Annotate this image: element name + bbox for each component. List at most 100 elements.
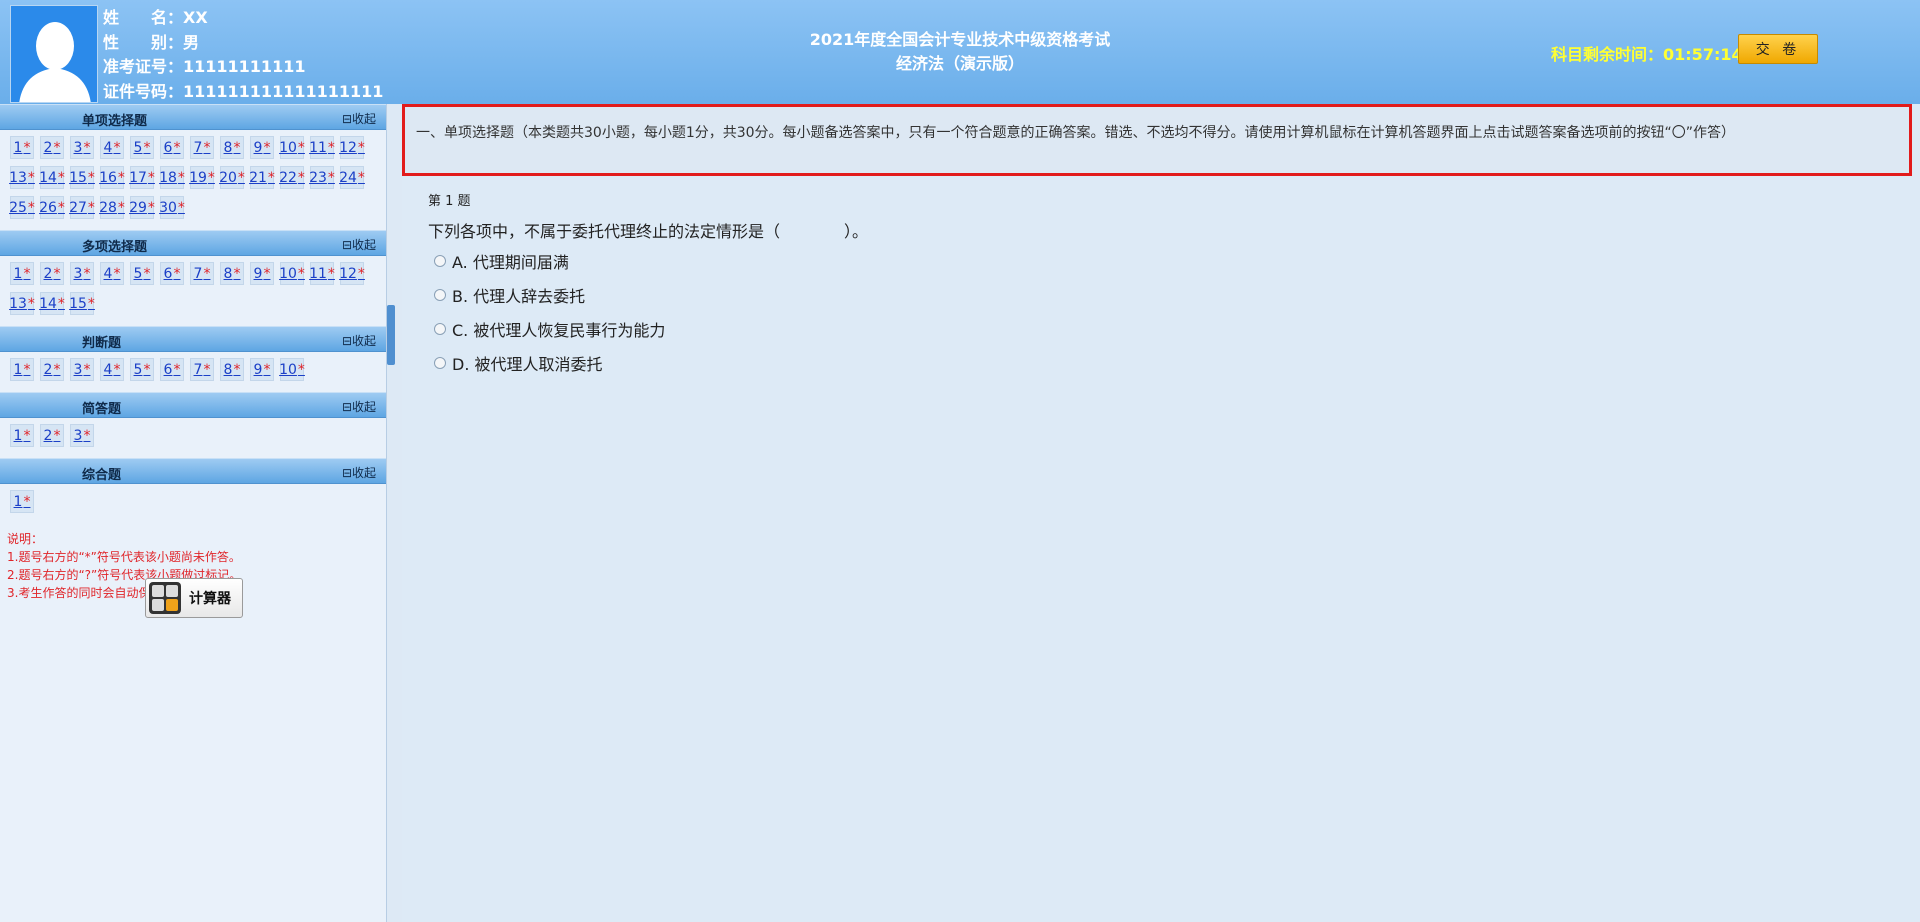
question-link[interactable]: 29 * — [129, 196, 155, 219]
submit-button[interactable]: 交 卷 — [1738, 34, 1818, 64]
question-link[interactable]: 23 * — [309, 166, 335, 189]
question-link[interactable]: 5 * — [130, 262, 154, 285]
question-link[interactable]: 26 * — [39, 196, 65, 219]
option-d[interactable]: D. 被代理人取消委托 — [434, 351, 603, 375]
id-label: 证件号码： — [103, 81, 184, 101]
question-link[interactable]: 8 * — [220, 262, 244, 285]
question-link[interactable]: 10 * — [279, 358, 305, 381]
question-link[interactable]: 2 * — [40, 262, 64, 285]
question-navigator: 单项选择题 ⊟收起 1 * 2 * 3 * 4 * 5 * 6 * 7 * 8 * 9 * 10 * 11 * 12 * 13 * 14… — [0, 104, 387, 922]
question-link[interactable]: 11 * — [309, 262, 335, 285]
question-panel: 一、单项选择题（本类题共30小题，每小题1分，共30分。每小题备选答案中，只有一… — [402, 104, 1920, 922]
question-link[interactable]: 16 * — [99, 166, 125, 189]
legend-note: 说明： — [7, 532, 44, 546]
question-link[interactable]: 13 * — [9, 166, 35, 189]
radio-button[interactable] — [434, 323, 446, 335]
header: 姓 名：XX 性 别：男 准考证号：11111111111 证件号码：11111… — [0, 0, 1920, 104]
question-link[interactable]: 21 * — [249, 166, 275, 189]
question-link[interactable]: 5 * — [130, 136, 154, 159]
collapse-toggle[interactable]: ⊟收起 — [342, 110, 376, 127]
question-link[interactable]: 12 * — [339, 262, 365, 285]
option-b[interactable]: B. 代理人辞去委托 — [434, 283, 585, 307]
question-link[interactable]: 6 * — [160, 358, 184, 381]
question-link[interactable]: 7 * — [190, 358, 214, 381]
question-link[interactable]: 1 * — [10, 424, 34, 447]
section-title: 简答题 — [82, 402, 122, 417]
question-link[interactable]: 3 * — [70, 136, 94, 159]
section-title: 单项选择题 — [82, 114, 148, 129]
question-link[interactable]: 14 * — [39, 166, 65, 189]
question-link[interactable]: 3 * — [70, 262, 94, 285]
question-link[interactable]: 8 * — [220, 136, 244, 159]
section-title: 判断题 — [82, 336, 122, 351]
question-link[interactable]: 1 * — [10, 262, 34, 285]
question-link[interactable]: 1 * — [10, 136, 34, 159]
question-link[interactable]: 7 * — [190, 136, 214, 159]
question-link[interactable]: 2 * — [40, 358, 64, 381]
question-link[interactable]: 15 * — [69, 292, 95, 315]
question-link[interactable]: 2 * — [40, 136, 64, 159]
question-link[interactable]: 2 * — [40, 424, 64, 447]
calculator-icon — [149, 582, 181, 614]
question-link[interactable]: 11 * — [309, 136, 335, 159]
section-header-true-false: 判断题 ⊟收起 — [0, 326, 386, 352]
radio-button[interactable] — [434, 255, 446, 267]
question-link[interactable]: 6 * — [160, 136, 184, 159]
question-grid: 1 * — [0, 484, 380, 524]
question-link[interactable]: 5 * — [130, 358, 154, 381]
question-link[interactable]: 7 * — [190, 262, 214, 285]
question-link[interactable]: 17 * — [129, 166, 155, 189]
question-link[interactable]: 13 * — [9, 292, 35, 315]
question-link[interactable]: 20 * — [219, 166, 245, 189]
question-link[interactable]: 15 * — [69, 166, 95, 189]
question-grid: 1 * 2 * 3 * 4 * 5 * 6 * 7 * 8 * 9 * 10 * 11 * 12 * 13 * 14 * 15 * 16 * 1… — [0, 130, 380, 230]
question-link[interactable]: 6 * — [160, 262, 184, 285]
option-text: C. 被代理人恢复民事行为能力 — [452, 321, 666, 340]
section-instructions: 一、单项选择题（本类题共30小题，每小题1分，共30分。每小题备选答案中，只有一… — [402, 104, 1912, 176]
radio-button[interactable] — [434, 357, 446, 369]
option-text: A. 代理期间届满 — [452, 253, 569, 272]
question-link[interactable]: 25 * — [9, 196, 35, 219]
question-link[interactable]: 1 * — [10, 358, 34, 381]
question-link[interactable]: 28 * — [99, 196, 125, 219]
radio-button[interactable] — [434, 289, 446, 301]
option-c[interactable]: C. 被代理人恢复民事行为能力 — [434, 317, 665, 341]
collapse-toggle[interactable]: ⊟收起 — [342, 236, 376, 253]
countdown-timer: 科目剩余时间：01:57:14 — [1551, 41, 1743, 65]
question-link[interactable]: 3 * — [70, 358, 94, 381]
question-link[interactable]: 9 * — [250, 262, 274, 285]
collapse-toggle[interactable]: ⊟收起 — [342, 398, 376, 415]
section-header-comprehensive: 综合题 ⊟收起 — [0, 458, 386, 484]
question-link[interactable]: 9 * — [250, 136, 274, 159]
question-link[interactable]: 8 * — [220, 358, 244, 381]
option-a[interactable]: A. 代理期间届满 — [434, 249, 569, 273]
question-link[interactable]: 19 * — [189, 166, 215, 189]
question-link[interactable]: 1 * — [10, 490, 34, 513]
question-link[interactable]: 30 * — [159, 196, 185, 219]
question-link[interactable]: 4 * — [100, 262, 124, 285]
question-link[interactable]: 4 * — [100, 358, 124, 381]
question-link[interactable]: 27 * — [69, 196, 95, 219]
question-link[interactable]: 14 * — [39, 292, 65, 315]
question-link[interactable]: 18 * — [159, 166, 185, 189]
section-header-single-choice: 单项选择题 ⊟收起 — [0, 104, 386, 130]
timer-value: 01:57:14 — [1663, 45, 1743, 64]
question-link[interactable]: 10 * — [279, 262, 305, 285]
question-link[interactable]: 4 * — [100, 136, 124, 159]
question-number: 第 1 题 — [428, 194, 471, 209]
collapse-toggle[interactable]: ⊟收起 — [342, 332, 376, 349]
section-header-multiple-choice: 多项选择题 ⊟收起 — [0, 230, 386, 256]
option-text: B. 代理人辞去委托 — [452, 287, 586, 306]
calculator-button[interactable]: 计算器 — [145, 578, 243, 618]
question-link[interactable]: 22 * — [279, 166, 305, 189]
calculator-label: 计算器 — [189, 591, 231, 607]
question-link[interactable]: 9 * — [250, 358, 274, 381]
collapse-toggle[interactable]: ⊟收起 — [342, 464, 376, 481]
section-title: 多项选择题 — [82, 240, 148, 255]
question-link[interactable]: 3 * — [70, 424, 94, 447]
sidebar-collapse-handle[interactable] — [387, 305, 395, 365]
question-link[interactable]: 12 * — [339, 136, 365, 159]
timer-label: 科目剩余时间： — [1551, 45, 1664, 64]
question-link[interactable]: 10 * — [279, 136, 305, 159]
question-link[interactable]: 24 * — [339, 166, 365, 189]
